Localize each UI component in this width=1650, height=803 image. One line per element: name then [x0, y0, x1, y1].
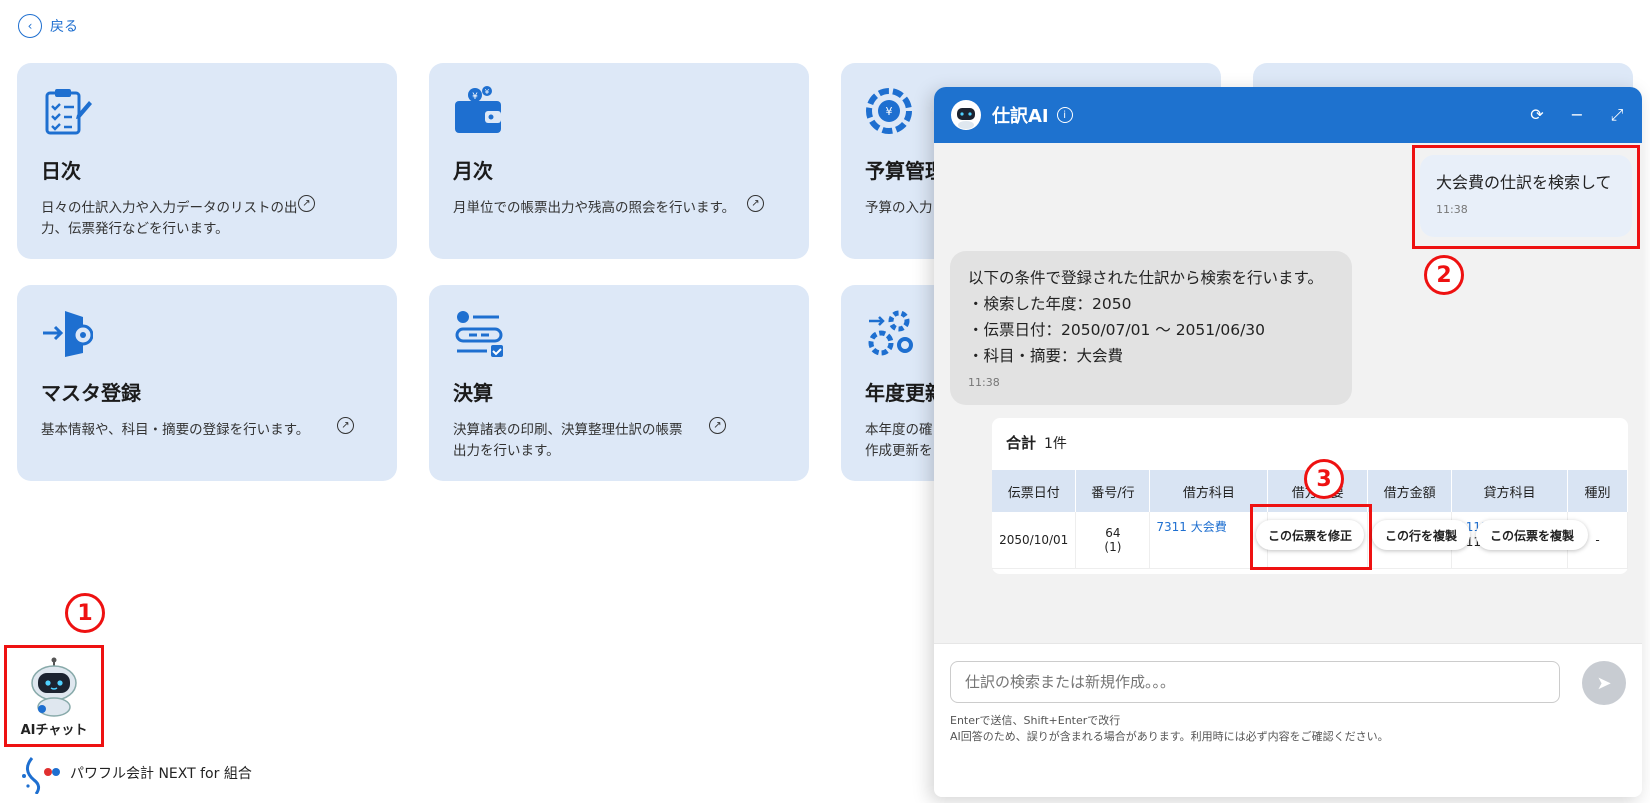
brand-name: パワフル会計 NEXT for 組合: [70, 766, 252, 782]
col-header: 伝票日付: [992, 470, 1077, 512]
ai-line: ・科目・摘要：大会費: [968, 347, 1124, 365]
clipboard-checklist-icon: [45, 89, 92, 135]
chevron-left-icon: ‹: [18, 14, 42, 38]
ai-line: ・検索した年度：2050: [968, 295, 1132, 313]
col-header: 借方金額: [1367, 470, 1453, 512]
user-message-bubble: 大会費の仕訳を検索して 11:38: [1420, 155, 1632, 237]
card-desc: 決算諸表の印刷、決算整理仕訳の帳票出力を行います。: [453, 422, 683, 459]
svg-text:¥: ¥: [485, 88, 490, 96]
ai-message-time: 11:38: [968, 376, 1000, 389]
minimize-icon[interactable]: −: [1568, 105, 1586, 125]
callout-2: 2: [1424, 255, 1464, 295]
door-gear-icon: [43, 311, 94, 357]
line-number: (1): [1104, 539, 1122, 554]
card-desc: 基本情報や、科目・摘要の登録を行います。: [41, 422, 310, 438]
budget-gear-icon: ¥: [866, 88, 912, 134]
card-title: 決算: [453, 381, 493, 405]
chat-controls: ⟳ − ⤢: [1528, 105, 1626, 125]
send-button[interactable]: ➤: [1582, 661, 1626, 705]
open-arrow-icon: ↗: [747, 195, 764, 212]
user-message-highlight: 大会費の仕訳を検索して 11:38: [1412, 145, 1640, 249]
copy-row-button[interactable]: この行を複製: [1372, 520, 1470, 550]
card-daily[interactable]: 日次 日々の仕訳入力や入力データのリストの出力、伝票発行などを行います。 ↗: [17, 63, 397, 259]
hint-line-2: AI回答のため、誤りが含まれる場合があります。利用時には必ず内容をご確認ください…: [950, 730, 1389, 743]
card-desc: 日々の仕訳入力や入力データのリストの出力、伝票発行などを行います。: [41, 200, 298, 237]
search-result-card: 合計1件 伝票日付 番号/行 借方科目 借方摘要 借方金額 貸方科目 種別: [992, 418, 1628, 574]
brand-logo-icon: [22, 757, 60, 794]
open-arrow-icon: ↗: [337, 417, 354, 434]
cell-number: 64 (1): [1075, 512, 1151, 569]
hint-line-1: Enterで送信、Shift+Enterで改行: [950, 714, 1121, 727]
chat-hint: Enterで送信、Shift+Enterで改行 AI回答のため、誤りが含まれる場…: [950, 713, 1389, 745]
copy-slip-button[interactable]: この伝票を複製: [1476, 520, 1588, 550]
col-header: 種別: [1567, 470, 1628, 512]
callout-1: 1: [65, 593, 105, 633]
brand: パワフル会計 NEXT for 組合: [18, 752, 252, 794]
settings-list-icon: [455, 311, 503, 357]
edit-slip-button[interactable]: この伝票を修正: [1256, 520, 1364, 550]
chat-input[interactable]: [950, 661, 1560, 703]
sum-label: 合計: [1006, 434, 1037, 452]
back-label: 戻る: [50, 19, 78, 35]
robot-avatar-icon: [951, 100, 981, 130]
ai-message-bubble: 以下の条件で登録された仕訳から検索を行います。 ・検索した年度：2050 ・伝票…: [950, 251, 1352, 405]
card-closing[interactable]: 決算 決算諸表の印刷、決算整理仕訳の帳票出力を行います。 ↗: [429, 285, 809, 481]
col-header: 貸方科目: [1451, 470, 1568, 512]
wallet-yen-icon: ¥ ¥: [455, 86, 501, 133]
cell-date: 2050/10/01: [992, 512, 1077, 569]
expand-icon[interactable]: ⤢: [1608, 105, 1626, 125]
ai-line: 以下の条件で登録された仕訳から検索を行います。: [968, 269, 1323, 287]
open-arrow-icon: ↗: [298, 195, 315, 212]
user-message-time: 11:38: [1436, 203, 1468, 216]
chat-title: 仕訳AI: [992, 106, 1049, 127]
back-link[interactable]: ‹ 戻る: [18, 14, 78, 38]
ai-chat-launcher[interactable]: AIチャット: [4, 645, 104, 747]
svg-text:¥: ¥: [886, 105, 893, 118]
open-arrow-icon: ↗: [709, 417, 726, 434]
ai-chat-label: AIチャット: [20, 723, 88, 738]
card-desc: 本年度の確作成更新を: [865, 422, 933, 459]
callout-3: 3: [1304, 459, 1344, 499]
user-message-text: 大会費の仕訳を検索して: [1436, 173, 1612, 192]
svg-text:¥: ¥: [472, 92, 478, 102]
card-master[interactable]: マスタ登録 基本情報や、科目・摘要の登録を行います。 ↗: [17, 285, 397, 481]
refresh-icon[interactable]: ⟳: [1528, 105, 1546, 125]
chat-input-area: ➤ Enterで送信、Shift+Enterで改行 AI回答のため、誤りが含まれ…: [934, 643, 1642, 797]
chat-header: 仕訳AI i ⟳ − ⤢: [934, 87, 1642, 143]
card-monthly[interactable]: ¥ ¥ 月次 月単位での帳票出力や残高の照会を行います。 ↗: [429, 63, 809, 259]
result-summary: 合計 1件: [992, 432, 1628, 453]
chat-panel: 仕訳AI i ⟳ − ⤢ 大会費の仕訳を検索して 11:38 2 以下の条件で登…: [934, 87, 1642, 797]
page: ‹ 戻る 日次 日々の仕訳入力や入力データのリストの出力、伝票発行などを行います…: [0, 0, 1650, 803]
card-title: 月次: [453, 159, 493, 183]
result-count: 1件: [1044, 436, 1067, 452]
col-header: 番号/行: [1075, 470, 1151, 512]
robot-icon: [31, 657, 77, 717]
send-icon: ➤: [1596, 672, 1612, 694]
card-desc: 月単位での帳票出力や残高の照会を行います。: [453, 200, 736, 216]
card-title: 日次: [41, 159, 81, 183]
ai-line: ・伝票日付：2050/07/01 〜 2051/06/30: [968, 321, 1266, 339]
slip-number: 64: [1105, 525, 1121, 540]
info-icon[interactable]: i: [1056, 107, 1073, 123]
gears-icon: [868, 310, 913, 356]
card-title: マスタ登録: [41, 381, 141, 405]
